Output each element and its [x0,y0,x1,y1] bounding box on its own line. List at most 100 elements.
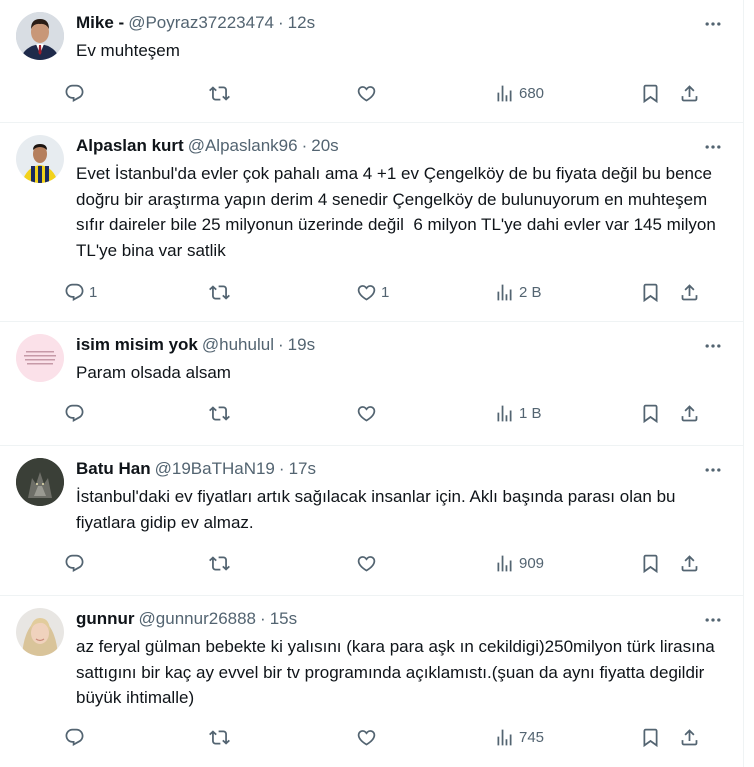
reply-icon [65,728,84,746]
reply-button[interactable] [64,727,89,748]
share-button[interactable] [679,282,700,303]
avatar[interactable] [16,334,64,382]
bookmark-icon [643,404,658,424]
more-dots-icon [705,344,721,348]
views-chart-icon [497,284,512,300]
tweet-content: Batu Han @19BaTHaN19 · 17s İstanbul'daki… [65,458,727,595]
reply-button[interactable] [64,553,89,574]
tweet[interactable]: gunnur @gunnur26888 · 15s az feryal gülm… [0,596,743,767]
reply-button[interactable]: 1 [64,282,97,303]
tweet-header: isim misim yok @huhulul · 19s [76,334,727,356]
tweet[interactable]: Mike - @Poyraz37223474 · 12s Ev muhteşem [0,0,743,123]
bookmark-button[interactable] [640,553,661,574]
views-button[interactable]: 909 [494,553,544,574]
tweet[interactable]: Batu Han @19BaTHaN19 · 17s İstanbul'daki… [0,446,743,596]
avatar[interactable] [16,12,64,60]
separator-dot: · [278,13,284,32]
retweet-button[interactable] [209,727,234,748]
views-button[interactable]: 680 [494,83,544,104]
bookmark-icon [643,283,658,302]
bookmark-button[interactable] [640,282,661,303]
reply-icon [65,283,84,301]
tweet-header: Batu Han @19BaTHaN19 · 17s [76,458,727,480]
author-name[interactable]: gunnur [76,608,135,630]
more-dots-icon [705,468,721,472]
tweet-text: İstanbul'daki ev fiyatları artık sağılac… [76,487,681,532]
more-dots-icon [705,145,721,149]
reply-button[interactable] [64,83,89,104]
avatar[interactable] [16,608,64,656]
more-options-button[interactable] [701,462,725,478]
more-options-button[interactable] [701,16,725,32]
share-icon [681,405,698,422]
author-handle[interactable]: @gunnur26888 [139,608,256,630]
blonde-woman-avatar-icon [16,608,64,656]
more-options-button[interactable] [701,338,725,354]
retweet-icon [209,284,230,300]
retweet-icon [209,730,230,745]
heart-icon [357,555,376,572]
views-button[interactable]: 745 [494,727,544,748]
views-button[interactable]: 2 B [494,282,542,303]
more-dots-icon [705,618,721,622]
tweet-time[interactable]: 15s [270,608,297,630]
author-name[interactable]: Alpaslan kurt [76,135,184,157]
author-handle[interactable]: @Poyraz37223474 [128,12,274,34]
retweet-button[interactable] [209,403,234,424]
avatar[interactable] [16,135,64,183]
football-jersey-avatar-icon [16,135,64,183]
tweet-actions: 1 B [64,403,722,425]
like-button[interactable] [356,403,381,424]
retweet-button[interactable] [209,282,234,303]
views-button[interactable]: 1 B [494,403,542,424]
tweet-actions: 745 [64,727,722,749]
like-button[interactable] [356,727,381,748]
more-options-button[interactable] [701,139,725,155]
retweet-button[interactable] [209,83,234,104]
author-name[interactable]: isim misim yok [76,334,198,356]
author-handle[interactable]: @19BaTHaN19 [155,458,275,480]
like-button[interactable] [356,83,381,104]
person-suit-avatar-icon [16,12,64,60]
retweet-button[interactable] [209,553,234,574]
tweet-time[interactable]: 12s [288,12,315,34]
tweet[interactable]: Alpaslan kurt @Alpaslank96 · 20s Evet İs… [0,123,743,322]
more-options-button[interactable] [701,612,725,628]
avatar[interactable] [16,458,64,506]
views-chart-icon [497,85,512,102]
bookmark-button[interactable] [640,83,661,104]
share-icon [681,554,698,571]
author-name[interactable]: Batu Han [76,458,151,480]
views-count: 909 [519,554,545,572]
like-button[interactable]: 1 [356,282,389,303]
reply-icon [65,84,84,102]
tweet[interactable]: isim misim yok @huhulul · 19s Param olsa… [0,322,743,446]
tweet-feed: Mike - @Poyraz37223474 · 12s Ev muhteşem [0,0,744,767]
separator-dot: · [277,335,284,354]
bookmark-button[interactable] [640,727,661,748]
views-chart-icon [497,729,512,746]
tweet-time[interactable]: 17s [289,458,316,480]
tweet-time[interactable]: 20s [311,135,338,157]
author-name[interactable]: Mike - [76,12,124,34]
tweet-content: gunnur @gunnur26888 · 15s az feryal gülm… [65,608,727,767]
tweet-content: isim misim yok @huhulul · 19s Param olsa… [65,334,727,445]
share-icon [681,283,698,300]
share-button[interactable] [679,553,700,574]
author-handle[interactable]: @huhulul [202,334,274,356]
reply-button[interactable] [64,403,89,424]
tweet-time[interactable]: 19s [288,334,315,356]
tweet-text: az feryal gülman bebekte ki yalısını (ka… [76,637,720,707]
heart-icon [357,284,376,301]
bookmark-button[interactable] [640,403,661,424]
like-button[interactable] [356,553,381,574]
tweet-actions: 1 1 2 B [64,281,722,303]
share-button[interactable] [679,403,700,424]
share-button[interactable] [679,727,700,748]
share-button[interactable] [679,83,700,104]
separator-dot: · [278,459,285,478]
share-icon [681,729,698,746]
like-count: 1 [381,283,390,301]
author-handle[interactable]: @Alpaslank96 [188,135,298,157]
retweet-icon [209,406,230,421]
